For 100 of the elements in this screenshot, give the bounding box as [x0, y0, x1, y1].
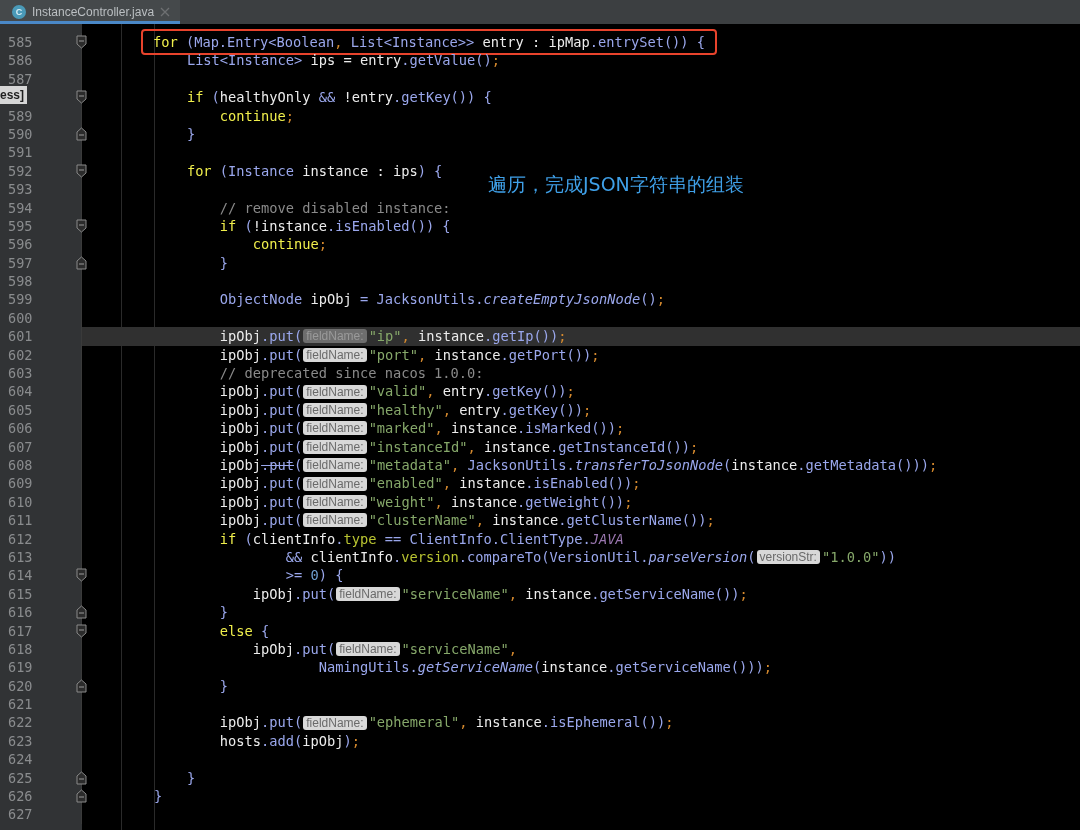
parameter-hint: fieldName:	[336, 586, 400, 601]
line-number: 610	[8, 492, 33, 512]
code-text: && clientInfo.version.compareTo(VersionUtil.parseVersion(	[285, 547, 756, 567]
line-number: 623	[8, 731, 33, 751]
code-text: }	[186, 768, 196, 788]
line-number: 602	[8, 345, 33, 365]
code-text: ipObj.put(	[219, 327, 303, 346]
code-text: "enabled", instance.isEnabled());	[368, 474, 641, 493]
code-text: }	[219, 676, 229, 696]
line-number: 603	[8, 364, 33, 383]
line-number: 598	[8, 272, 33, 291]
code-text: "ephemeral", instance.isEphemeral());	[368, 713, 674, 732]
line-number: 592	[8, 161, 33, 181]
line-number: 611	[8, 511, 33, 530]
line-number: 596	[8, 235, 33, 254]
code-text: "marked", instance.isMarked());	[368, 419, 625, 438]
annotation-text: 遍历，完成JSON字符串的组装	[488, 172, 744, 197]
parameter-hint: fieldName:	[303, 458, 367, 473]
code-text: "clusterName", instance.getClusterName());	[368, 511, 715, 530]
code-text: hosts.add(ipObj);	[219, 731, 360, 751]
line-number: 591	[8, 143, 33, 162]
parameter-hint: fieldName:	[303, 403, 367, 417]
line-number: 616	[8, 603, 33, 622]
code-text: ipObj.put(	[219, 419, 303, 438]
line-number: 619	[8, 658, 33, 677]
line-number: 612	[8, 529, 33, 548]
line-number: 595	[8, 216, 33, 236]
code-text: ipObj.put(	[219, 511, 303, 530]
code-text: ipObj.put(	[219, 474, 303, 493]
line-number: 627	[8, 805, 33, 824]
parameter-hint: versionStr:	[756, 550, 820, 565]
line-number: 608	[8, 456, 33, 475]
code-text: ipObj.put(	[219, 492, 303, 512]
line-number: 622	[8, 713, 33, 732]
line-number: 600	[8, 308, 33, 328]
parameter-hint: fieldName:	[303, 347, 367, 362]
line-number: 597	[8, 253, 33, 273]
code-text: for (Instance instance : ips) {	[186, 161, 443, 181]
code-text: }	[186, 124, 196, 144]
code-text: }	[153, 787, 163, 806]
parameter-hint: fieldName:	[303, 421, 367, 436]
line-number: 604	[8, 382, 33, 401]
code-text: ipObj.put(	[219, 345, 303, 365]
line-number: 614	[8, 566, 33, 585]
code-text: ipObj.put(	[219, 382, 303, 401]
code-text: "serviceName",	[401, 639, 517, 659]
code-text: ipObj.put(	[252, 639, 336, 659]
parameter-hint: fieldName:	[303, 715, 367, 730]
line-number: 626	[8, 787, 33, 806]
line-number: 609	[8, 474, 33, 493]
line-number: 586	[8, 51, 33, 70]
code-text: }	[219, 603, 229, 622]
line-number: 605	[8, 400, 33, 420]
code-text: >= 0) {	[285, 566, 344, 585]
line-number: 607	[8, 437, 33, 456]
close-icon	[160, 7, 171, 17]
code-text: "instanceId", instance.getInstanceId());	[368, 437, 699, 456]
code-text: "ip", instance.getIp());	[368, 327, 567, 346]
parameter-hint: fieldName:	[303, 494, 367, 509]
code-text: "metadata", JacksonUtils.transferToJsonNode(instance.getMetadata()));	[368, 456, 938, 475]
line-number: 606	[8, 419, 33, 438]
code-text: "weight", instance.getWeight());	[368, 492, 633, 512]
code-text: List<Instance> ips = entry.getValue();	[186, 51, 501, 70]
code-text: ipObj.put(	[219, 456, 303, 475]
class-file-icon: C	[12, 5, 26, 19]
code-text: }	[219, 253, 229, 273]
code-text: ipObj.put(	[219, 437, 303, 456]
parameter-hint: fieldName:	[303, 384, 367, 399]
line-number: 615	[8, 584, 33, 604]
line-number: 621	[8, 695, 33, 714]
line-number: 618	[8, 639, 33, 659]
tooltip-fragment: ess]	[0, 86, 28, 105]
code-text: if (clientInfo.type == ClientInfo.ClientType.JAVA	[219, 529, 624, 548]
code-text: "serviceName", instance.getServiceName());	[401, 584, 748, 604]
line-number: 589	[8, 106, 33, 125]
parameter-hint: fieldName:	[303, 513, 367, 528]
code-text: continue;	[252, 235, 327, 254]
code-text: // remove disabled instance:	[219, 198, 451, 217]
line-number: 624	[8, 750, 33, 769]
line-number: 625	[8, 768, 33, 788]
line-number: 617	[8, 621, 33, 640]
code-text: "healthy", entry.getKey());	[368, 400, 592, 420]
code-text: "1.0.0"))	[821, 547, 897, 567]
code-text: ipObj.put(	[219, 713, 303, 732]
code-text: ipObj.put(	[219, 400, 303, 420]
parameter-hint: fieldName:	[303, 476, 367, 491]
line-number: 601	[8, 327, 33, 346]
code-text: NamingUtils.getServiceName(instance.getServiceName()));	[318, 658, 773, 677]
code-text: "port", instance.getPort());	[368, 345, 600, 365]
code-text: // deprecated since nacos 1.0.0:	[219, 364, 484, 383]
line-number: 613	[8, 547, 33, 567]
code-text: ObjectNode ipObj = JacksonUtils.createEmptyJsonNode();	[219, 290, 665, 309]
line-number: 599	[8, 290, 33, 309]
code-text: "valid", entry.getKey());	[368, 382, 575, 401]
line-number: 620	[8, 676, 33, 696]
code-text: continue;	[219, 106, 295, 125]
line-number: 594	[8, 198, 33, 217]
parameter-hint: fieldName:	[303, 439, 367, 454]
code-text: ipObj.put(	[252, 584, 336, 604]
file-tab[interactable]: C InstanceController.java	[0, 0, 181, 24]
